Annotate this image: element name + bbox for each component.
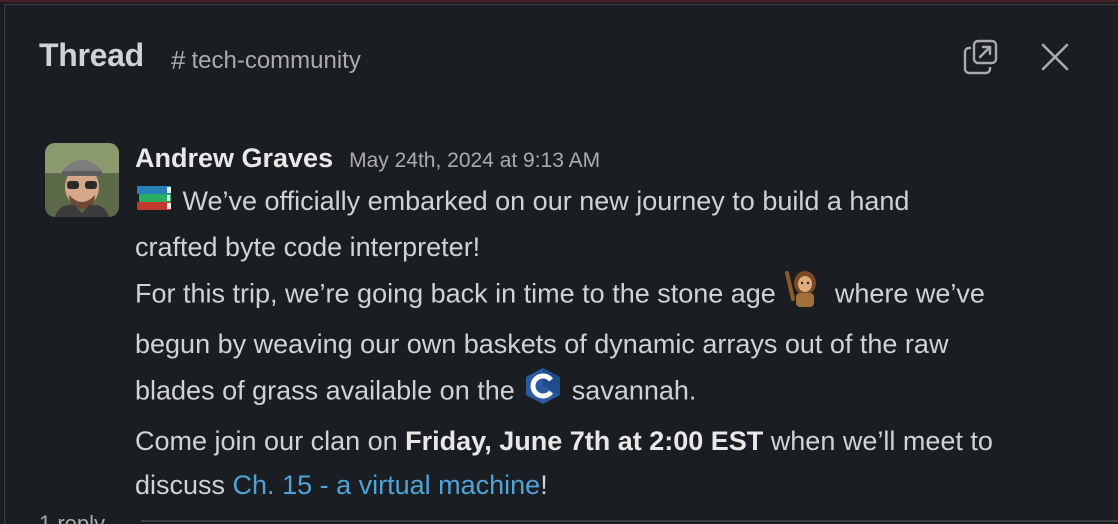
avatar[interactable] [45, 143, 119, 217]
author-name[interactable]: Andrew Graves [135, 143, 333, 174]
thread-panel: Thread # tech-community Andrew Graves Ma… [4, 4, 1118, 524]
message-body: Andrew Graves May 24th, 2024 at 9:13 AM [135, 143, 1075, 507]
text-segment: Come join our clan on [135, 426, 398, 457]
open-in-window-button[interactable] [959, 35, 1003, 79]
close-icon [1041, 43, 1069, 71]
event-datetime: Friday, June 7th at 2:00 EST [405, 426, 764, 457]
message-line: Come join our clan on Friday, June 7th a… [135, 419, 1075, 463]
close-button[interactable] [1033, 35, 1077, 79]
message-line: discuss Ch. 15 - a virtual machine! [135, 463, 1075, 507]
thread-header: Thread # tech-community [5, 5, 1118, 109]
message-line: begun by weaving our own baskets of dyna… [135, 322, 1075, 366]
c-language-icon [522, 366, 564, 419]
reply-count[interactable]: 1 reply [39, 511, 105, 524]
text-segment: where we’ve [834, 279, 985, 309]
text-segment: when we’ll meet to [770, 426, 993, 457]
caveman-emoji [783, 269, 827, 322]
channel-name: tech-community [191, 46, 361, 74]
text-segment: blades of grass available on the [135, 376, 515, 406]
text-segment: ! [540, 470, 548, 501]
message-line: crafted byte code interpreter! [135, 225, 1075, 269]
text-segment: We’ve officially embarked on our new jou… [182, 186, 910, 216]
channel-link[interactable]: # tech-community [171, 45, 361, 76]
text-segment: crafted byte code interpreter! [135, 232, 481, 263]
text-segment: begun by weaving our own baskets of dyna… [135, 329, 949, 360]
message-line: We’ve officially embarked on our new jou… [135, 179, 1075, 225]
message-line: For this trip, we’re going back in time … [135, 269, 1075, 322]
message-header: Andrew Graves May 24th, 2024 at 9:13 AM [135, 143, 1075, 183]
window-top-accent [0, 0, 1118, 2]
message-text: We’ve officially embarked on our new jou… [135, 179, 1075, 507]
text-segment: For this trip, we’re going back in time … [135, 279, 776, 309]
panel-title: Thread [39, 37, 144, 73]
open-in-window-icon [963, 39, 998, 75]
text-segment: discuss [135, 470, 226, 501]
books-emoji [135, 180, 175, 225]
replies-divider [141, 520, 1118, 522]
chapter-link[interactable]: Ch. 15 - a virtual machine [233, 470, 541, 500]
text-segment: savannah. [571, 376, 697, 406]
message-line: blades of grass available on the savanna… [135, 366, 1075, 419]
user-avatar [45, 143, 119, 217]
message-timestamp[interactable]: May 24th, 2024 at 9:13 AM [349, 149, 600, 173]
hash-icon: # [171, 45, 186, 75]
